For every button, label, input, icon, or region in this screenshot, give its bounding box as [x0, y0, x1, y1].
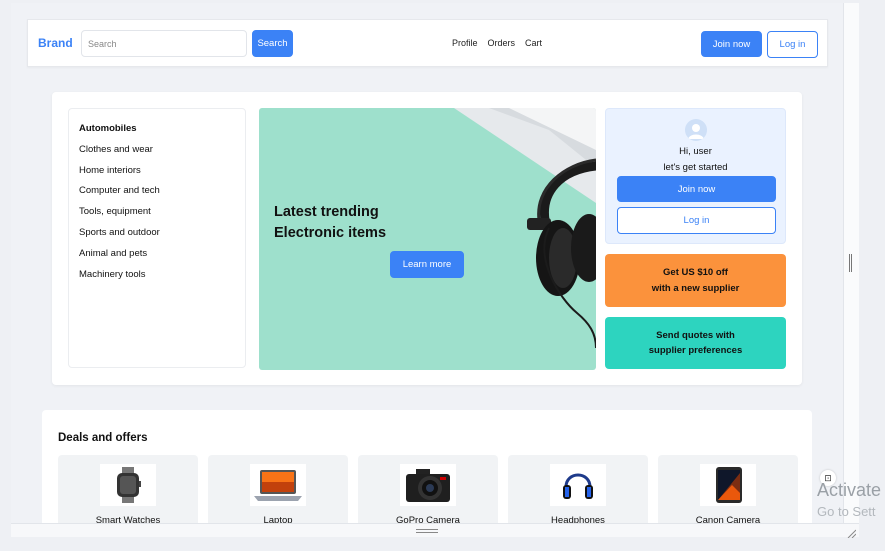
camera-icon [400, 464, 456, 506]
card-join-button[interactable]: Join now [617, 176, 776, 202]
deal-name: Headphones [551, 515, 605, 523]
deals-section: Deals and offers Smart Watches Laptop Go… [42, 410, 812, 523]
category-item[interactable]: Home interiors [79, 161, 235, 182]
search-input[interactable] [81, 30, 247, 57]
nav-profile-link[interactable]: Profile [452, 38, 478, 48]
card-login-button[interactable]: Log in [617, 207, 776, 234]
user-subtitle: let's get started [663, 162, 728, 173]
tablet-icon [700, 464, 756, 506]
smartwatch-icon [100, 464, 156, 506]
login-button[interactable]: Log in [767, 31, 818, 58]
category-item[interactable]: Animal and pets [79, 244, 235, 265]
deal-card[interactable]: Canon Camera [658, 455, 798, 523]
deal-name: GoPro Camera [396, 515, 460, 523]
send-quotes-promo[interactable]: Send quotes with supplier preferences [605, 317, 786, 369]
laptop-icon [250, 464, 306, 506]
user-welcome-card: Hi, user let's get started Join now Log … [605, 108, 786, 244]
top-navbar: Brand Search Profile Orders Cart Join no… [27, 19, 828, 67]
category-item[interactable]: Computer and tech [79, 181, 235, 202]
category-list: Automobiles Clothes and wear Home interi… [68, 108, 246, 368]
nav-cart-link[interactable]: Cart [525, 38, 542, 48]
headphones-icon [550, 464, 606, 506]
resize-grip-icon[interactable] [416, 529, 438, 533]
user-greeting: Hi, user [679, 146, 712, 157]
avatar-icon [685, 119, 707, 141]
category-item[interactable]: Machinery tools [79, 265, 235, 286]
deal-name: Laptop [263, 515, 293, 523]
supplier-discount-promo[interactable]: Get US $10 off with a new supplier [605, 254, 786, 307]
deal-name: Smart Watches [95, 515, 161, 523]
page-content: Brand Search Profile Orders Cart Join no… [11, 3, 843, 523]
activate-watermark: Activate [817, 480, 882, 500]
deal-card[interactable]: Laptop [208, 455, 348, 523]
deal-card[interactable]: Headphones [508, 455, 648, 523]
promo-banner: Latest trending Electronic items Learn m… [259, 108, 596, 370]
nav-orders-link[interactable]: Orders [488, 38, 516, 48]
learn-more-button[interactable]: Learn more [390, 251, 464, 278]
resize-corner-icon[interactable] [846, 528, 856, 538]
category-item[interactable]: Sports and outdoor [79, 223, 235, 244]
banner-title: Latest trending Electronic items [274, 204, 387, 241]
activate-watermark-sub: Go to Sett [817, 504, 876, 519]
category-item[interactable]: Clothes and wear [79, 140, 235, 161]
join-now-button[interactable]: Join now [701, 31, 762, 57]
search-button[interactable]: Search [252, 30, 293, 57]
header-nav: Profile Orders Cart [452, 38, 542, 48]
brand-logo[interactable]: Brand [38, 36, 73, 50]
deal-card[interactable]: Smart Watches [58, 455, 198, 523]
deals-title: Deals and offers [58, 432, 148, 444]
category-item[interactable]: Tools, equipment [79, 202, 235, 223]
deal-name: Canon Camera [695, 515, 761, 523]
hero-section: Automobiles Clothes and wear Home interi… [52, 92, 802, 385]
scrollbar-grip-icon[interactable] [849, 254, 852, 272]
deal-card[interactable]: GoPro Camera [358, 455, 498, 523]
category-item[interactable]: Automobiles [79, 119, 235, 140]
